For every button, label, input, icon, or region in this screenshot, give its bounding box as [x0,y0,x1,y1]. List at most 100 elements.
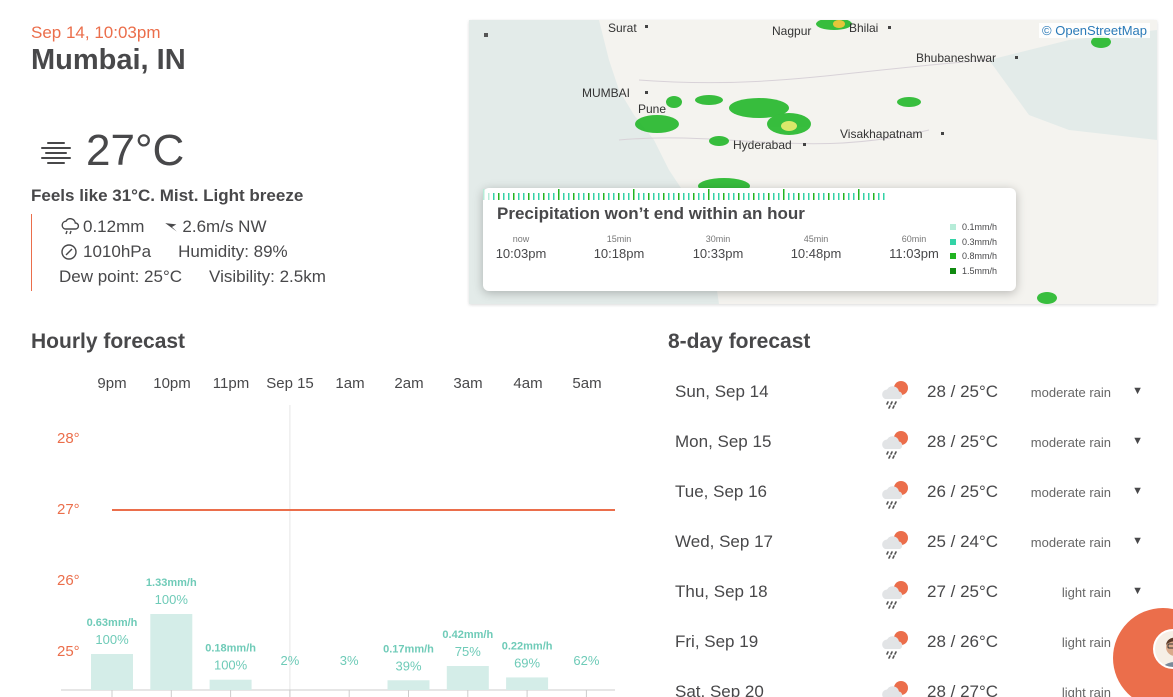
timeline-tick [803,193,805,200]
timeline-tick [858,189,860,200]
rain-sun-icon [882,481,908,509]
timeline-tick [828,193,830,200]
wind-value: 2.6m/s NW [182,216,267,236]
timeline-tick [873,193,875,200]
map-city-bhubaneshwar: Bhubaneshwar [916,51,996,65]
map-attribution-link[interactable]: © OpenStreetMap [1039,23,1150,38]
current-temperature: 27°C [86,126,185,175]
timeline-tick [648,193,650,200]
chevron-down-icon[interactable]: ▼ [1132,435,1143,447]
timeline-tick [688,193,690,200]
timeline-tick [628,193,630,200]
precip-amount-label: 0.17mm/h [383,643,434,655]
precipitation-title: Precipitation won’t end within an hour [497,204,805,223]
timeline-tick [668,193,670,200]
map-city-visakhapatnam: Visakhapatnam [840,127,923,141]
timeline-tick [728,193,730,200]
timeline-tick [848,193,850,200]
timeline-tick [733,193,735,200]
timeline-tick [788,193,790,200]
day-name: Sat, Sep 20 [675,682,764,697]
timeline-tick [658,193,660,200]
timeline-tick [508,193,510,200]
precip-bar [506,677,549,690]
precipitation-value: 0.12mm [83,216,145,236]
timeline-tick [608,193,610,200]
precip-probability-label: 69% [514,655,540,670]
timeline-tick [558,189,560,200]
day-name: Wed, Sep 17 [675,532,773,551]
daily-forecast-row[interactable]: Fri, Sep 1928 / 26°Clight rain▼ [668,616,1158,666]
precip-probability-label: 62% [573,653,599,668]
timeline-tick [748,193,750,200]
timeline-tick [878,193,880,200]
timeline-tick [708,189,710,200]
chevron-down-icon[interactable]: ▼ [1132,385,1143,397]
timeline-tick [833,193,835,200]
daily-forecast-row[interactable]: Sat, Sep 2028 / 27°Clight rain▼ [668,666,1158,697]
timeline-tick [743,193,745,200]
rain-sun-icon [882,531,908,559]
temperature-range: 25 / 24°C [927,532,999,551]
precip-amount-label: 0.42mm/h [442,629,493,641]
precipitation-timeline-bars [483,189,885,200]
precipitation-map[interactable]: Surat Nagpur Bhilai Bhubaneshwar MUMBAI … [469,20,1157,304]
day-name: Tue, Sep 16 [675,482,767,501]
timeline-tick [753,193,755,200]
timeline-tick [783,189,785,200]
humidity-value: Humidity: 89% [178,241,288,261]
chevron-down-icon[interactable]: ▼ [1132,535,1143,547]
daily-forecast-row[interactable]: Sun, Sep 14 28 / 25°C moderate rain ▼ [668,366,1158,416]
precip-probability-label: 100% [95,632,129,647]
rain-sun-icon [882,431,908,459]
timeline-tick [613,193,615,200]
temperature-range: 28 / 27°C [927,682,999,697]
timeline-tick [703,193,705,200]
timeline-tick [768,193,770,200]
chevron-down-icon[interactable]: ▼ [1132,485,1143,497]
temperature-range: 28 / 26°C [927,632,999,651]
temperature-range: 27 / 25°C [927,582,999,601]
daily-forecast-row[interactable]: Wed, Sep 17 25 / 24°C moderate rain ▼ [668,516,1158,566]
daily-forecast-row[interactable]: Mon, Sep 15 28 / 25°C moderate rain ▼ [668,416,1158,466]
timeline-tick [598,193,600,200]
precip-probability-label: 100% [214,658,248,673]
timeline-tick [838,193,840,200]
timeline-tick [683,193,685,200]
precip-amount-label: 0.63mm/h [87,617,138,629]
daily-forecast-row[interactable]: Tue, Sep 16 26 / 25°C moderate rain ▼ [668,466,1158,516]
timeline-tick [483,189,485,200]
timeline-tick [603,193,605,200]
timeline-tick [533,193,535,200]
precip-bar [150,614,193,690]
visibility-value: Visibility: 2.5km [209,266,326,286]
rain-cloud-icon [61,217,80,234]
timeline-tick [678,193,680,200]
timeline-tick [553,193,555,200]
timeline-tick [758,193,760,200]
day-name: Fri, Sep 19 [675,632,759,651]
daily-forecast-row[interactable]: Thu, Sep 18 27 / 25°C light rain ▼ [668,566,1158,616]
map-city-bhilai: Bhilai [849,21,878,35]
timeline-point: 15min 10:18pm [593,234,645,261]
hourly-forecast-chart: 9pm 10pm 11pm Sep 15 1am 2am 3am 4am 5am… [31,360,631,697]
chevron-down-icon[interactable]: ▼ [1132,585,1143,597]
rain-sun-icon [882,581,908,609]
timeline-tick [773,193,775,200]
timeline-tick [618,193,620,200]
timeline-tick [883,193,885,200]
timeline-tick [713,193,715,200]
current-datetime: Sep 14, 10:03pm [31,23,161,42]
timeline-tick [863,193,865,200]
precip-bar [91,654,133,690]
map-city-nagpur: Nagpur [772,24,811,38]
timeline-tick [623,193,625,200]
timeline-tick [718,193,720,200]
hourly-chart-canvas: 0.63mm/h 100% 1.33mm/h 100% 0.18mm/h 100% 2% 3%… [61,405,615,697]
feels-like-summary: Feels like 31°C. Mist. Light breeze [31,186,304,205]
timeline-tick [808,193,810,200]
map-city-pune: Pune [638,102,666,116]
timeline-tick [653,193,655,200]
precip-bar [387,680,430,690]
rain-sun-icon [882,681,908,697]
